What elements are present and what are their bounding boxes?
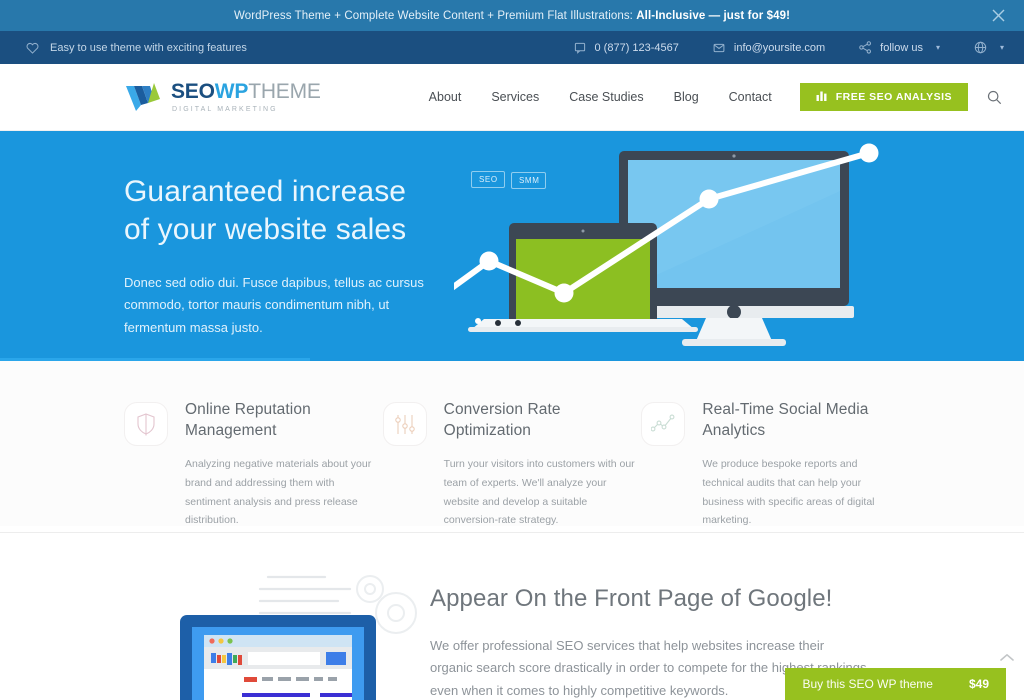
nav-item-case-studies[interactable]: Case Studies [554,90,658,104]
nav-item-contact[interactable]: Contact [714,90,787,104]
search-icon[interactable] [982,85,1006,109]
main-navigation: About Services Case Studies Blog Contact… [414,83,1006,111]
promo-banner: WordPress Theme + Complete Website Conte… [0,0,1024,31]
feature-title: Conversion Rate Optimization [443,401,561,439]
feature-card-conversion-rate: Conversion Rate Optimization Turn your v… [382,399,642,526]
hero-accent-underline [0,358,310,361]
shield-icon [124,402,168,446]
close-icon[interactable] [988,6,1008,26]
nav-item-services[interactable]: Services [476,90,554,104]
globe-icon [974,41,987,54]
share-icon [859,41,872,54]
logo-part-1: SEO [171,80,215,103]
social-label: follow us [880,41,923,54]
phone-number: 0 (877) 123-4567 [594,41,679,54]
hero-title-line1: Guaranteed increase [124,175,407,208]
feature-title: Real-Time Social Media Analytics [702,401,869,439]
free-seo-analysis-label: FREE SEO ANALYSIS [835,91,952,103]
logo-tagline: DIGITAL MARKETING [172,106,278,113]
language-item[interactable]: ▾ [957,41,1006,54]
feature-description: Analyzing negative materials about your … [185,458,372,527]
free-seo-analysis-button[interactable]: FREE SEO ANALYSIS [799,83,968,111]
features-section: Online Reputation Management Analyzing n… [0,361,1024,526]
promo-banner-text: WordPress Theme + Complete Website Conte… [234,10,790,22]
tagline-group: Easy to use theme with exciting features [26,41,247,54]
phone-item[interactable]: 0 (877) 123-4567 [557,41,696,54]
logo-part-2: WP [214,80,249,103]
feature-body: Real-Time Social Media Analytics We prod… [702,399,900,526]
heart-icon [26,41,39,54]
feature-description: We produce bespoke reports and technical… [702,458,875,527]
chevron-down-icon: ▾ [935,43,940,52]
feature-description: Turn your visitors into customers with o… [443,458,635,527]
envelope-icon [713,41,726,54]
logo-main-text: SEOWPTHEME [171,81,321,102]
nav-item-about[interactable]: About [414,90,477,104]
line-chart-icon [641,402,686,446]
contact-group: 0 (877) 123-4567 info@yoursite.com follo… [557,41,1007,54]
top-info-bar: Easy to use theme with exciting features… [0,31,1024,64]
email-address: info@yoursite.com [733,41,826,54]
promo-text-bold: All-Inclusive — just for $49! [636,9,790,22]
google-section: Appear On the Front Page of Google! We o… [0,533,1024,700]
page-root: WordPress Theme + Complete Website Conte… [0,0,1024,700]
site-header: SEOWPTHEME DIGITAL MARKETING About Servi… [0,64,1024,131]
feature-title: Online Reputation Management [185,401,311,439]
buy-theme-bar[interactable]: Buy this SEO WP theme $49 [785,668,1006,700]
feature-body: Conversion Rate Optimization Turn your v… [444,399,642,526]
feature-body: Online Reputation Management Analyzing n… [185,399,383,526]
feature-card-social-analytics: Real-Time Social Media Analytics We prod… [641,399,900,526]
hero-title-line2: of your website sales [124,213,407,247]
chevron-down-icon-lang: ▾ [999,43,1004,52]
google-illustration [0,567,430,700]
google-section-title: Appear On the Front Page of Google! [430,585,833,612]
buy-theme-price: $49 [968,677,989,691]
bar-chart-icon [816,90,828,104]
hero-tag-smm: SMM [511,172,547,189]
logo-wordmark: SEOWPTHEME DIGITAL MARKETING [171,81,321,113]
hero-subtitle: Donec sed odio dui. Fusce dapibus, tellu… [124,274,424,335]
nav-item-blog[interactable]: Blog [659,90,714,104]
logo-part-3: THEME [248,80,321,103]
logo-mark-icon [124,81,162,113]
hero-illustration: SEO SMM [431,131,1024,361]
hero-section: Guaranteed increase of your website sale… [0,131,1024,361]
tagline-text: Easy to use theme with exciting features [50,41,247,54]
phone-icon [574,41,587,54]
sliders-icon [382,402,427,446]
social-item[interactable]: follow us ▾ [842,41,957,54]
buy-theme-label: Buy this SEO WP theme [802,677,933,691]
promo-text-plain: WordPress Theme + Complete Website Conte… [233,9,637,22]
site-logo[interactable]: SEOWPTHEME DIGITAL MARKETING [124,81,321,113]
hero-tag-seo: SEO [471,171,505,188]
feature-card-online-reputation: Online Reputation Management Analyzing n… [124,399,383,526]
email-item[interactable]: info@yoursite.com [696,41,842,54]
